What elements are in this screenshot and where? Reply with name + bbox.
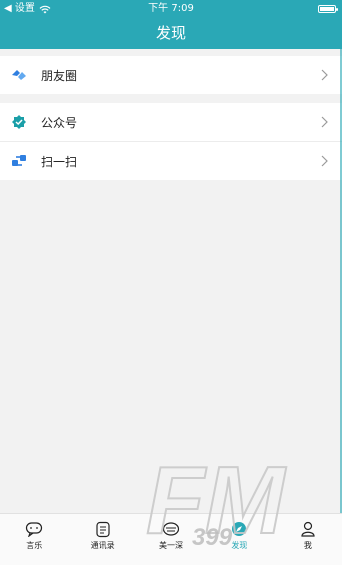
scan-icon — [11, 153, 27, 169]
chat-icon — [24, 520, 44, 538]
top-bar: ◀ 设置 下午 7:09 发现 — [0, 0, 342, 49]
chevron-right-icon — [318, 154, 332, 168]
list-item-label: 公众号 — [41, 115, 78, 130]
list-item-label: 朋友圈 — [41, 68, 78, 83]
official-account-icon — [11, 114, 27, 130]
battery-icon — [318, 5, 338, 13]
tab-discover[interactable]: 发现 — [205, 514, 273, 565]
beauty-icon — [161, 520, 181, 538]
chevron-right-icon — [318, 115, 332, 129]
discover-list: 朋友圈 公众号 扫一扫 — [0, 56, 342, 180]
discover-icon — [229, 520, 249, 538]
tab-contacts[interactable]: 通讯录 — [68, 514, 136, 565]
tab-bar: 言乐 通讯录 美一深 发现 我 — [0, 513, 342, 565]
list-item-scan[interactable]: 扫一扫 — [0, 142, 342, 180]
tab-label: 我 — [303, 541, 312, 550]
chevron-right-icon — [318, 68, 332, 82]
list-item-moments[interactable]: 朋友圈 — [0, 56, 342, 94]
status-time: 下午 7:09 — [148, 3, 194, 14]
tab-chat[interactable]: 言乐 — [0, 514, 68, 565]
list-item-label: 扫一扫 — [41, 154, 78, 169]
list-item-official-account[interactable]: 公众号 — [0, 103, 342, 141]
tab-label: 言乐 — [26, 541, 43, 550]
tab-label: 通讯录 — [90, 541, 115, 550]
tab-label: 美一深 — [159, 541, 184, 550]
status-bar: ◀ 设置 下午 7:09 — [0, 0, 342, 18]
profile-icon — [298, 520, 318, 538]
moments-icon — [11, 67, 27, 83]
tab-beauty[interactable]: 美一深 — [137, 514, 205, 565]
page-title: 发现 — [155, 24, 186, 42]
contacts-icon — [93, 520, 113, 538]
tab-label: 发现 — [231, 541, 248, 550]
tab-profile[interactable]: 我 — [274, 514, 342, 565]
